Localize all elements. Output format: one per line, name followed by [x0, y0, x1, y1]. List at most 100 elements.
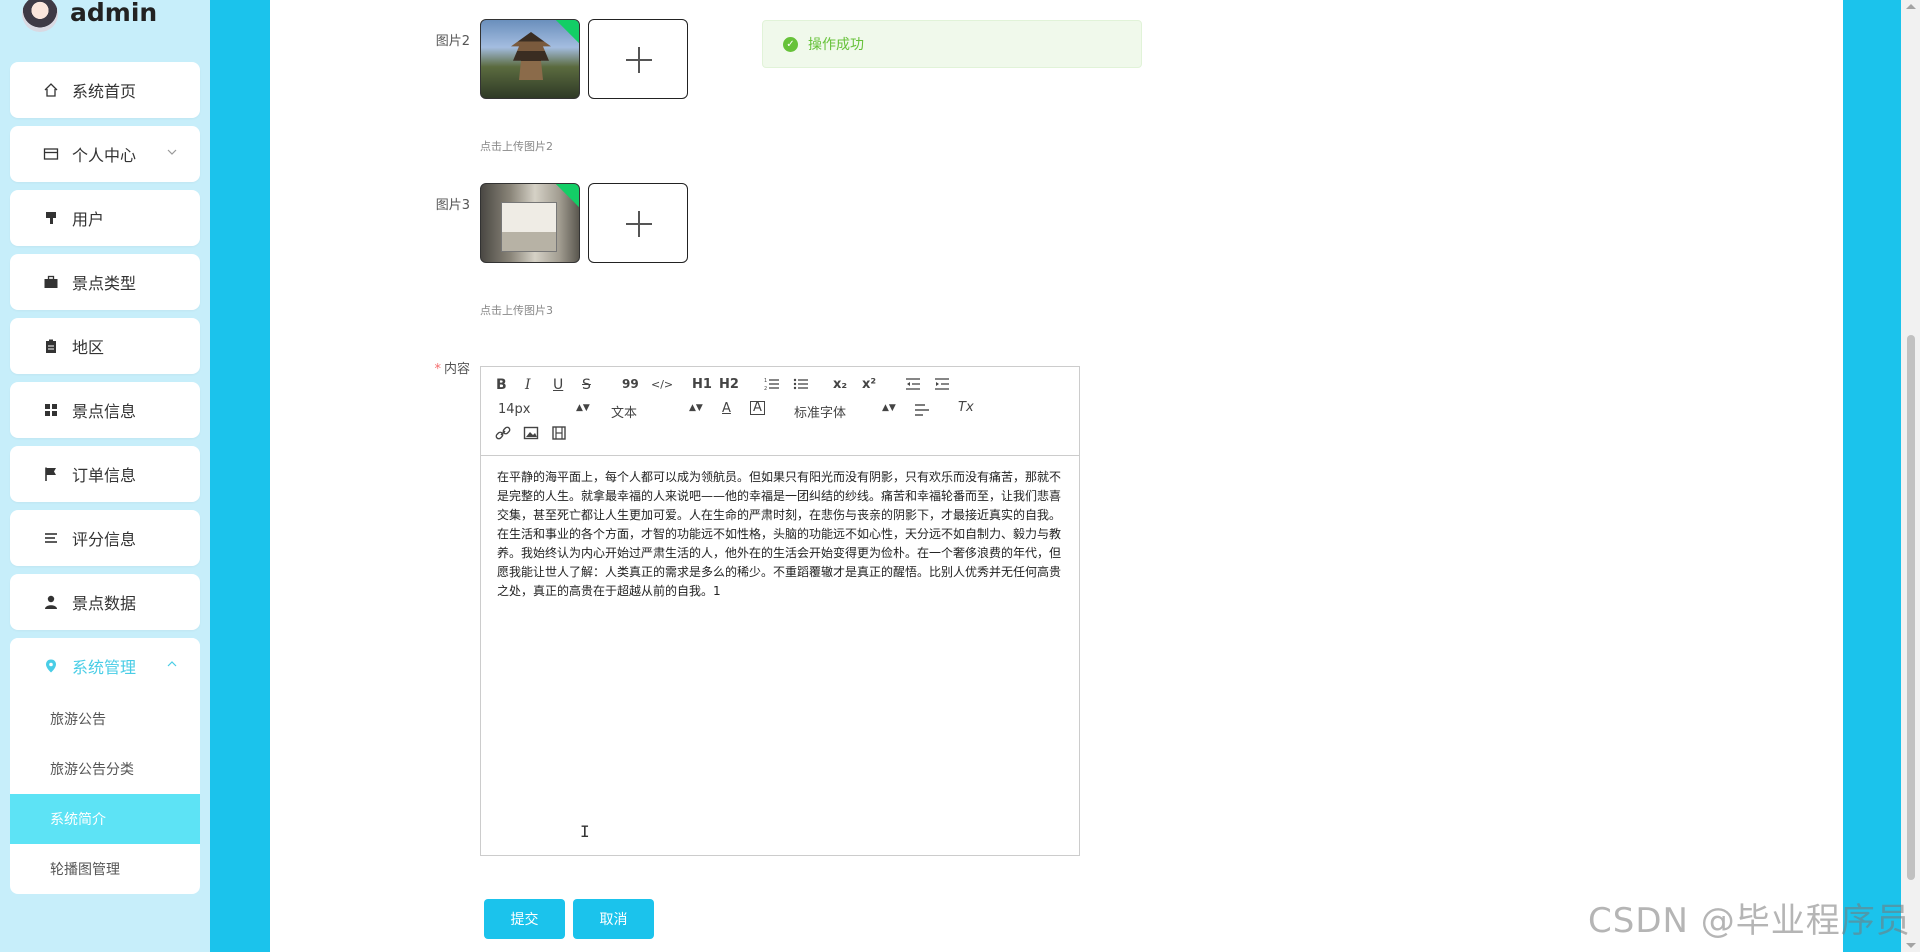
- outdent-icon[interactable]: [905, 377, 921, 395]
- select-arrows-icon: ▲▼: [689, 403, 703, 413]
- svg-text:1: 1: [764, 378, 767, 384]
- font-size-select[interactable]: 14px ▲▼: [498, 402, 590, 417]
- content-frame-right: [1843, 0, 1901, 952]
- image3-label: 图片3: [435, 198, 470, 213]
- scroll-up-arrow-icon[interactable]: [1906, 4, 1916, 9]
- sidebar-item-home[interactable]: 系统首页: [10, 62, 200, 118]
- sidebar-item-scenic-info[interactable]: 景点信息: [10, 382, 200, 438]
- toast-message: 操作成功: [808, 37, 864, 53]
- brush-icon: [42, 209, 60, 227]
- sidebar-subitem-system-intro[interactable]: 系统简介: [10, 794, 200, 844]
- superscript-button[interactable]: x²: [862, 377, 876, 392]
- sidebar: admin 系统首页 个人中心 用户 景点类型 地区 景点信息 订单信息 评分信…: [0, 0, 210, 952]
- sidebar-item-ratings[interactable]: 评分信息: [10, 510, 200, 566]
- sidebar-item-label: 评分信息: [72, 530, 137, 549]
- sidebar-subitem-tour-notices[interactable]: 旅游公告: [10, 694, 200, 744]
- align-icon[interactable]: [914, 403, 930, 421]
- content-label-text: 内容: [443, 362, 470, 377]
- sidebar-item-profile[interactable]: 个人中心: [10, 126, 200, 182]
- user-box: admin: [22, 0, 157, 38]
- success-toast: ✓ 操作成功: [762, 20, 1142, 68]
- sidebar-item-label: 用户: [72, 210, 105, 229]
- sidebar-item-label: 景点数据: [72, 594, 137, 613]
- chevron-up-icon: [166, 658, 178, 670]
- sidebar-item-label: 系统管理: [72, 658, 137, 677]
- sidebar-item-system-management[interactable]: 系统管理: [10, 638, 200, 694]
- sidebar-item-label: 订单信息: [72, 466, 137, 485]
- room-image: [501, 202, 557, 252]
- flag-icon: [42, 465, 60, 483]
- image2-hint: 点击上传图片2: [480, 140, 553, 153]
- h1-button[interactable]: H1: [692, 377, 712, 392]
- cancel-button[interactable]: 取消: [573, 899, 654, 939]
- sidebar-item-regions[interactable]: 地区: [10, 318, 200, 374]
- avatar[interactable]: [22, 0, 58, 32]
- editor-content[interactable]: 在平静的海平面上，每个人都可以成为领航员。但如果只有阳光而没有阴影，只有欢乐而没…: [481, 456, 1079, 613]
- paragraph-select[interactable]: 文本 ▲▼: [611, 402, 703, 421]
- sidebar-item-label: 景点类型: [72, 274, 137, 293]
- h2-button[interactable]: H2: [719, 377, 739, 392]
- required-mark: *: [434, 362, 441, 377]
- ordered-list-icon[interactable]: 12: [764, 377, 780, 395]
- sidebar-item-users[interactable]: 用户: [10, 190, 200, 246]
- video-icon[interactable]: [551, 426, 567, 444]
- sidebar-subitem-notice-categories[interactable]: 旅游公告分类: [10, 744, 200, 794]
- home-icon: [42, 81, 60, 99]
- sidebar-item-orders[interactable]: 订单信息: [10, 446, 200, 502]
- indent-icon[interactable]: [934, 377, 950, 395]
- font-color-button[interactable]: A: [722, 401, 731, 416]
- clipboard-icon: [42, 337, 60, 355]
- page-scrollbar[interactable]: [1901, 0, 1920, 952]
- sidebar-item-scenic-data[interactable]: 景点数据: [10, 574, 200, 630]
- watermark: CSDN @毕业程序员: [1588, 901, 1911, 941]
- italic-button[interactable]: I: [525, 377, 531, 393]
- sidebar-group-system: 系统管理 旅游公告 旅游公告分类 系统简介 轮播图管理: [10, 638, 200, 894]
- bold-button[interactable]: B: [496, 377, 507, 393]
- image2-thumbnail[interactable]: [480, 19, 580, 99]
- image2-label: 图片2: [435, 34, 470, 49]
- link-icon[interactable]: [495, 426, 511, 444]
- image3-upload-button[interactable]: [588, 183, 688, 263]
- sidebar-item-scenic-types[interactable]: 景点类型: [10, 254, 200, 310]
- scroll-down-arrow-icon[interactable]: [1906, 943, 1916, 948]
- image-icon[interactable]: [523, 426, 539, 444]
- font-family-select[interactable]: 标准字体 ▲▼: [794, 402, 896, 421]
- sidebar-item-label: 地区: [72, 338, 105, 357]
- underline-button[interactable]: U: [553, 377, 563, 393]
- username: admin: [70, 0, 158, 27]
- bullet-list-icon[interactable]: [793, 377, 809, 395]
- check-circle-icon: ✓: [783, 36, 798, 52]
- person-icon: [42, 593, 60, 611]
- sidebar-menu: 系统首页 个人中心 用户 景点类型 地区 景点信息 订单信息 评分信息 景点数据…: [10, 62, 200, 902]
- sidebar-subitem-carousel[interactable]: 轮播图管理: [10, 844, 200, 894]
- svg-text:2: 2: [764, 386, 767, 391]
- scroll-thumb[interactable]: [1907, 335, 1915, 880]
- select-arrows-icon: ▲▼: [576, 403, 590, 413]
- subscript-button[interactable]: x₂: [833, 377, 847, 392]
- grid-icon: [42, 401, 60, 419]
- image2-upload-button[interactable]: [588, 19, 688, 99]
- briefcase-icon: [42, 273, 60, 291]
- list-icon: [42, 529, 60, 547]
- location-pin-icon: [42, 657, 60, 675]
- rich-text-editor: B I U S 99 </> H1 H2 12 x₂ x² 14px ▲▼ 文本 ▲…: [480, 366, 1080, 856]
- submit-button[interactable]: 提交: [484, 899, 565, 939]
- image3-thumbnail[interactable]: [480, 183, 580, 263]
- card-icon: [42, 145, 60, 163]
- clear-format-button[interactable]: Tx: [958, 400, 974, 415]
- background-color-button[interactable]: A: [750, 401, 765, 415]
- pagoda-image: [511, 32, 551, 80]
- code-block-button[interactable]: </>: [651, 378, 673, 391]
- select-arrows-icon: ▲▼: [882, 403, 896, 413]
- text-cursor-icon: I: [580, 822, 590, 841]
- blockquote-button[interactable]: 99: [622, 377, 639, 391]
- editor-toolbar: B I U S 99 </> H1 H2 12 x₂ x² 14px ▲▼ 文本 ▲…: [481, 367, 1079, 456]
- chevron-down-icon: [166, 146, 178, 158]
- upload-success-mark: [552, 20, 579, 46]
- sidebar-item-label: 个人中心: [72, 146, 137, 165]
- content-frame-left: [210, 0, 270, 952]
- sidebar-item-label: 系统首页: [72, 82, 137, 101]
- strike-button[interactable]: S: [582, 377, 591, 393]
- content-label: * 内容: [410, 358, 470, 377]
- sidebar-item-label: 景点信息: [72, 402, 137, 421]
